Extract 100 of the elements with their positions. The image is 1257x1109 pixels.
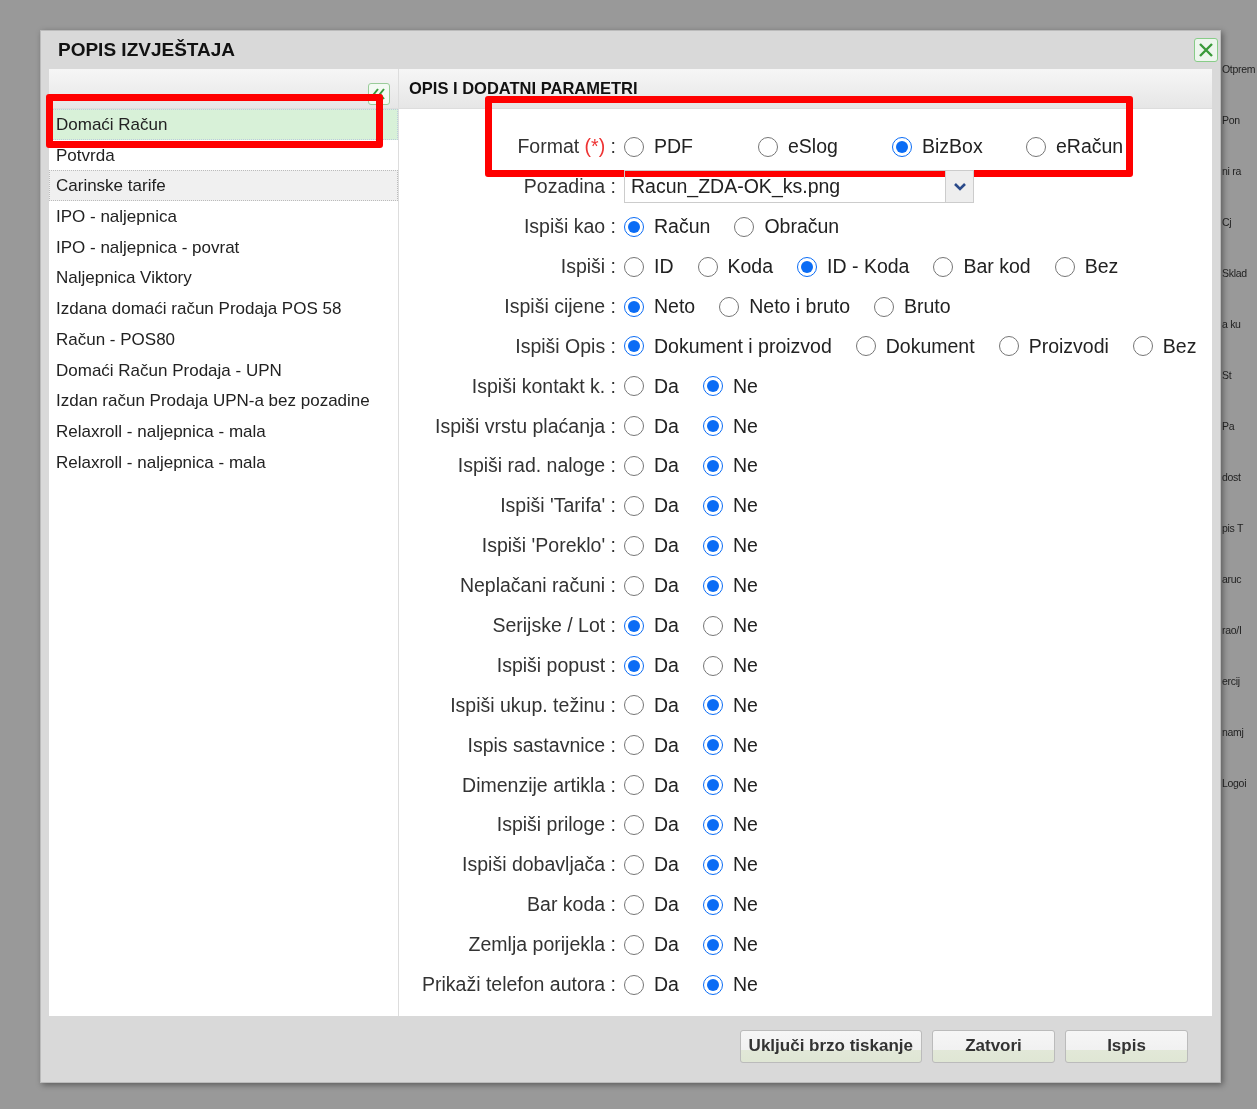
radio-button[interactable] xyxy=(624,136,644,157)
radio-button[interactable] xyxy=(719,296,740,317)
radio-option[interactable]: Da xyxy=(624,371,679,401)
radio-button[interactable] xyxy=(734,216,755,237)
radio-button[interactable] xyxy=(998,336,1019,357)
radio-button[interactable] xyxy=(702,735,723,756)
radio-button[interactable] xyxy=(624,934,644,955)
radio-button[interactable] xyxy=(624,735,644,756)
radio-button[interactable] xyxy=(624,695,644,716)
radio-button[interactable] xyxy=(624,615,644,636)
radio-option[interactable]: ID - Koda xyxy=(797,252,910,282)
radio-button[interactable] xyxy=(702,854,723,875)
radio-option[interactable]: Ne xyxy=(702,531,758,561)
radio-button[interactable] xyxy=(697,256,718,277)
radio-option[interactable]: Da xyxy=(624,650,679,681)
dropdown-field[interactable]: Racun_ZDA-OK_ks.png xyxy=(624,170,974,204)
radio-option[interactable]: Da xyxy=(624,451,679,481)
radio-option[interactable]: Ne xyxy=(702,970,758,1000)
radio-option[interactable]: Ne xyxy=(702,411,758,441)
radio-button[interactable] xyxy=(758,136,778,157)
radio-option[interactable]: Ne xyxy=(702,770,758,800)
radio-option[interactable]: ID xyxy=(624,252,674,282)
radio-option[interactable]: Ne xyxy=(702,890,758,920)
radio-button[interactable] xyxy=(702,575,723,596)
radio-option[interactable]: Ne xyxy=(702,810,758,840)
radio-option[interactable]: Ne xyxy=(702,730,758,760)
report-list-item[interactable]: Račun - POS80 xyxy=(49,323,398,355)
report-list-item[interactable]: Izdana domaći račun Prodaja POS 58 xyxy=(49,293,398,324)
radio-button[interactable] xyxy=(1054,256,1075,277)
radio-button[interactable] xyxy=(892,136,912,157)
radio-option[interactable]: Ne xyxy=(702,690,758,721)
radio-button[interactable] xyxy=(624,815,644,836)
report-list-item[interactable]: Relaxroll - naljepnica - mala xyxy=(49,446,398,478)
radio-option[interactable]: Proizvodi xyxy=(998,331,1109,361)
radio-option[interactable]: BizBox xyxy=(892,132,1002,162)
report-list-item[interactable]: IPO - naljepnica xyxy=(49,201,398,232)
radio-option[interactable]: Da xyxy=(624,730,679,760)
radio-option[interactable]: Bruto xyxy=(874,291,951,322)
radio-button[interactable] xyxy=(624,535,644,556)
report-list-item[interactable]: Izdan račun Prodaja UPN-a bez pozadine xyxy=(49,385,398,416)
radio-option[interactable]: Dokument i proizvod xyxy=(624,331,832,361)
radio-option[interactable]: Obračun xyxy=(734,212,840,242)
radio-button[interactable] xyxy=(702,815,723,836)
radio-option[interactable]: Dokument xyxy=(855,331,975,361)
radio-option[interactable]: Ne xyxy=(702,371,758,401)
radio-option[interactable]: Ne xyxy=(702,491,758,521)
radio-button[interactable] xyxy=(624,775,644,796)
radio-option[interactable]: eRačun xyxy=(1026,132,1136,162)
radio-button[interactable] xyxy=(624,336,644,357)
radio-button[interactable] xyxy=(702,974,723,995)
radio-button[interactable] xyxy=(702,376,723,397)
report-list-item[interactable]: Naljepnica Viktory xyxy=(49,262,398,294)
radio-button[interactable] xyxy=(702,695,723,716)
radio-button[interactable] xyxy=(702,416,723,437)
radio-button[interactable] xyxy=(702,655,723,676)
radio-button[interactable] xyxy=(797,256,818,277)
radio-option[interactable]: Koda xyxy=(697,252,774,282)
radio-button[interactable] xyxy=(624,854,644,875)
radio-button[interactable] xyxy=(624,256,644,277)
radio-option[interactable]: Da xyxy=(624,770,679,800)
close-button[interactable] xyxy=(1194,38,1218,62)
footer-button[interactable]: Zatvori xyxy=(932,1029,1055,1063)
radio-option[interactable]: Ne xyxy=(702,850,758,880)
report-list-item[interactable]: Carinske tarife xyxy=(49,170,398,202)
radio-button[interactable] xyxy=(1132,336,1153,357)
radio-button[interactable] xyxy=(624,216,644,237)
radio-option[interactable]: Ne xyxy=(702,611,758,641)
radio-option[interactable]: Bez xyxy=(1054,252,1119,282)
report-list-item[interactable]: Potvrda xyxy=(49,139,398,171)
radio-option[interactable]: Ne xyxy=(702,650,758,681)
radio-button[interactable] xyxy=(702,456,723,477)
radio-button[interactable] xyxy=(624,575,644,596)
footer-button[interactable]: Uključi brzo tiskanje xyxy=(739,1029,922,1063)
radio-option[interactable]: Ne xyxy=(702,930,758,960)
radio-button[interactable] xyxy=(702,934,723,955)
radio-option[interactable]: Račun xyxy=(624,212,711,242)
radio-option[interactable]: Da xyxy=(624,411,679,441)
radio-button[interactable] xyxy=(624,495,644,516)
radio-option[interactable]: Ne xyxy=(702,451,758,481)
radio-option[interactable]: eSlog xyxy=(758,132,868,162)
radio-button[interactable] xyxy=(624,655,644,676)
radio-button[interactable] xyxy=(874,296,894,317)
report-list-item[interactable]: Relaxroll - naljepnica - mala xyxy=(49,415,398,447)
radio-option[interactable]: Da xyxy=(624,531,679,561)
radio-button[interactable] xyxy=(933,256,954,277)
radio-option[interactable]: Da xyxy=(624,690,679,721)
report-list-item[interactable]: IPO - naljepnica - povrat xyxy=(49,231,398,263)
radio-option[interactable]: Da xyxy=(624,491,679,521)
radio-option[interactable]: Bez xyxy=(1132,331,1197,361)
radio-option[interactable]: Da xyxy=(624,850,679,880)
radio-button[interactable] xyxy=(624,296,644,317)
radio-button[interactable] xyxy=(702,615,723,636)
report-list-item[interactable]: Domaći Račun Prodaja - UPN xyxy=(49,354,398,386)
footer-button[interactable]: Ispis xyxy=(1065,1029,1188,1063)
radio-button[interactable] xyxy=(624,894,644,915)
radio-option[interactable]: Neto xyxy=(624,291,696,322)
radio-button[interactable] xyxy=(702,495,723,516)
radio-option[interactable]: PDF xyxy=(624,132,734,162)
radio-option[interactable]: Da xyxy=(624,810,679,840)
radio-button[interactable] xyxy=(624,974,644,995)
